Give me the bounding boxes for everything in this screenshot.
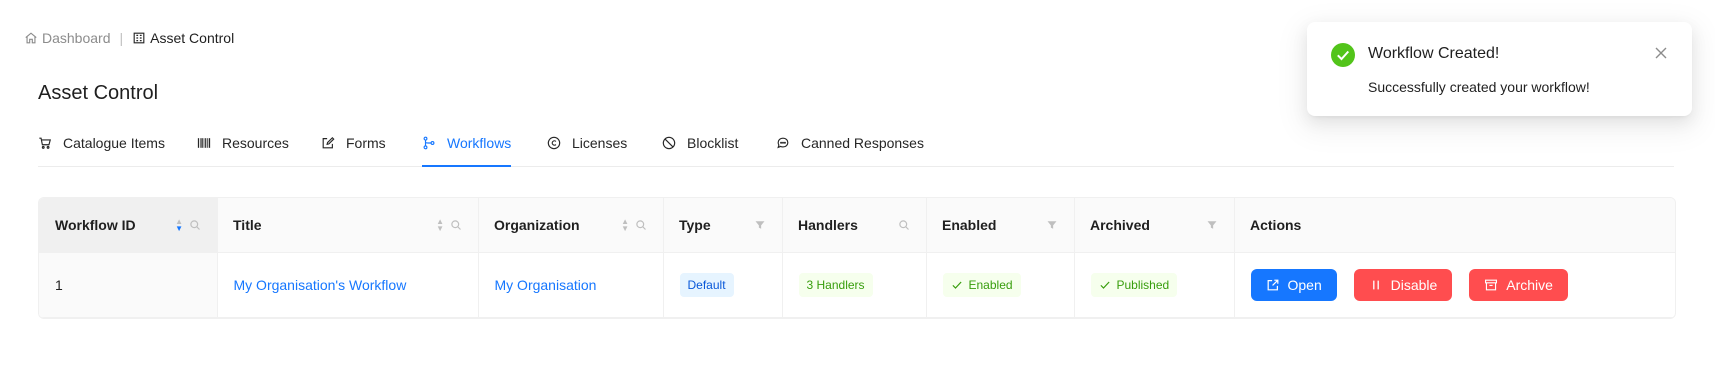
notification-title: Workflow Created! [1368, 45, 1500, 62]
external-link-icon [1267, 279, 1278, 291]
column-title: Type [679, 217, 711, 233]
column-header-type[interactable]: Type [663, 198, 782, 253]
breadcrumb-separator: | [119, 30, 124, 46]
column-title: Enabled [942, 217, 997, 233]
table-header-row: Workflow ID ▲ ▼ Title ▲ ▼ Organization ▲… [39, 198, 1675, 253]
tab-label: Canned Responses [801, 135, 924, 151]
home-icon [25, 32, 37, 44]
cell-organization: My Organisation [477, 252, 663, 318]
breadcrumb-dashboard[interactable]: Dashboard [24, 30, 111, 46]
cart-icon [39, 137, 51, 149]
notification-message: Successfully created your workflow! [1368, 79, 1590, 95]
handlers-tag[interactable]: 3 Handlers [798, 273, 873, 297]
sort-icon[interactable]: ▲ ▼ [621, 218, 629, 233]
stop-icon [662, 136, 676, 150]
close-icon[interactable] [1654, 46, 1668, 60]
column-title: Actions [1250, 217, 1302, 233]
edit-icon [322, 136, 335, 149]
disable-label: Disable [1390, 277, 1438, 293]
tab-label: Workflows [447, 135, 512, 151]
column-title: Handlers [798, 217, 858, 233]
tab-label: Forms [346, 135, 386, 151]
tab-blocklist[interactable]: Blocklist [662, 120, 738, 166]
check-circle-icon [1331, 43, 1355, 67]
search-icon[interactable] [450, 219, 462, 231]
breadcrumb: Dashboard | Asset Control [24, 30, 234, 46]
copyright-icon [547, 136, 561, 150]
tab-bar: Catalogue Items Resources Forms Workflow… [38, 120, 1674, 167]
cell-type: Default [662, 252, 782, 318]
search-icon[interactable] [189, 219, 201, 231]
inbox-icon [1485, 279, 1498, 291]
tab-label: Resources [222, 135, 289, 151]
archive-label: Archive [1506, 277, 1553, 293]
branches-icon [423, 136, 435, 150]
breadcrumb-current: Asset Control [132, 30, 234, 46]
tab-catalogue-items[interactable]: Catalogue Items [38, 120, 165, 166]
tab-label: Licenses [572, 135, 628, 151]
tab-forms[interactable]: Forms [321, 120, 386, 166]
disable-button[interactable]: Disable [1353, 269, 1453, 301]
column-title: Archived [1090, 217, 1150, 233]
search-icon[interactable] [635, 219, 647, 231]
search-icon[interactable] [898, 219, 910, 231]
column-header-actions: Actions [1234, 198, 1675, 253]
column-header-handlers[interactable]: Handlers [782, 198, 926, 253]
tab-licenses[interactable]: Licenses [547, 120, 627, 166]
enabled-label: Enabled [968, 278, 1013, 292]
tab-label: Catalogue Items [63, 135, 165, 151]
success-notification: Workflow Created! Successfully created y… [1307, 22, 1692, 116]
tab-resources[interactable]: Resources [197, 120, 289, 166]
column-title: Organization [494, 217, 580, 233]
column-header-title[interactable]: Title ▲ ▼ [217, 198, 478, 253]
open-label: Open [1287, 277, 1322, 293]
column-header-organization[interactable]: Organization ▲ ▼ [478, 198, 663, 253]
column-header-workflow-id[interactable]: Workflow ID ▲ ▼ [39, 198, 217, 253]
barcode-icon [197, 138, 211, 148]
cell-workflow-id: 1 [39, 252, 217, 318]
column-title: Title [233, 217, 262, 233]
column-header-archived[interactable]: Archived [1074, 198, 1234, 253]
sort-icon[interactable]: ▲ ▼ [436, 218, 444, 233]
filter-icon[interactable] [1046, 219, 1058, 231]
pause-icon [1372, 280, 1379, 290]
check-icon [1099, 281, 1110, 289]
cell-enabled: Enabled [925, 252, 1074, 318]
cell-actions: Open Disable Archive [1233, 252, 1675, 318]
check-icon [951, 281, 962, 289]
message-icon [777, 137, 789, 149]
filter-icon[interactable] [1206, 219, 1218, 231]
breadcrumb-current-label: Asset Control [150, 30, 235, 46]
column-title: Workflow ID [55, 217, 136, 233]
workflows-table: Workflow ID ▲ ▼ Title ▲ ▼ Organization ▲… [38, 197, 1676, 319]
filter-icon[interactable] [754, 219, 766, 231]
column-header-enabled[interactable]: Enabled [926, 198, 1074, 253]
organization-link[interactable]: My Organisation [495, 277, 597, 293]
cell-archived: Published [1073, 252, 1234, 318]
building-icon [133, 32, 145, 44]
tab-label: Blocklist [687, 135, 739, 151]
archived-tag: Published [1090, 273, 1178, 297]
breadcrumb-dashboard-label: Dashboard [42, 30, 111, 46]
page-title: Asset Control [38, 82, 159, 104]
workflow-title-link[interactable]: My Organisation's Workflow [234, 277, 407, 293]
archived-label: Published [1116, 278, 1170, 292]
archive-button[interactable]: Archive [1469, 269, 1568, 301]
type-tag: Default [679, 273, 734, 297]
open-button[interactable]: Open [1250, 269, 1337, 301]
cell-handlers: 3 Handlers [781, 252, 926, 318]
table-row: 1 My Organisation's Workflow My Organisa… [39, 252, 1675, 318]
cell-title: My Organisation's Workflow [216, 252, 478, 318]
tab-workflows[interactable]: Workflows [422, 120, 512, 167]
enabled-tag: Enabled [942, 273, 1021, 297]
tab-canned-responses[interactable]: Canned Responses [776, 120, 924, 166]
sort-icon[interactable]: ▲ ▼ [175, 218, 183, 233]
